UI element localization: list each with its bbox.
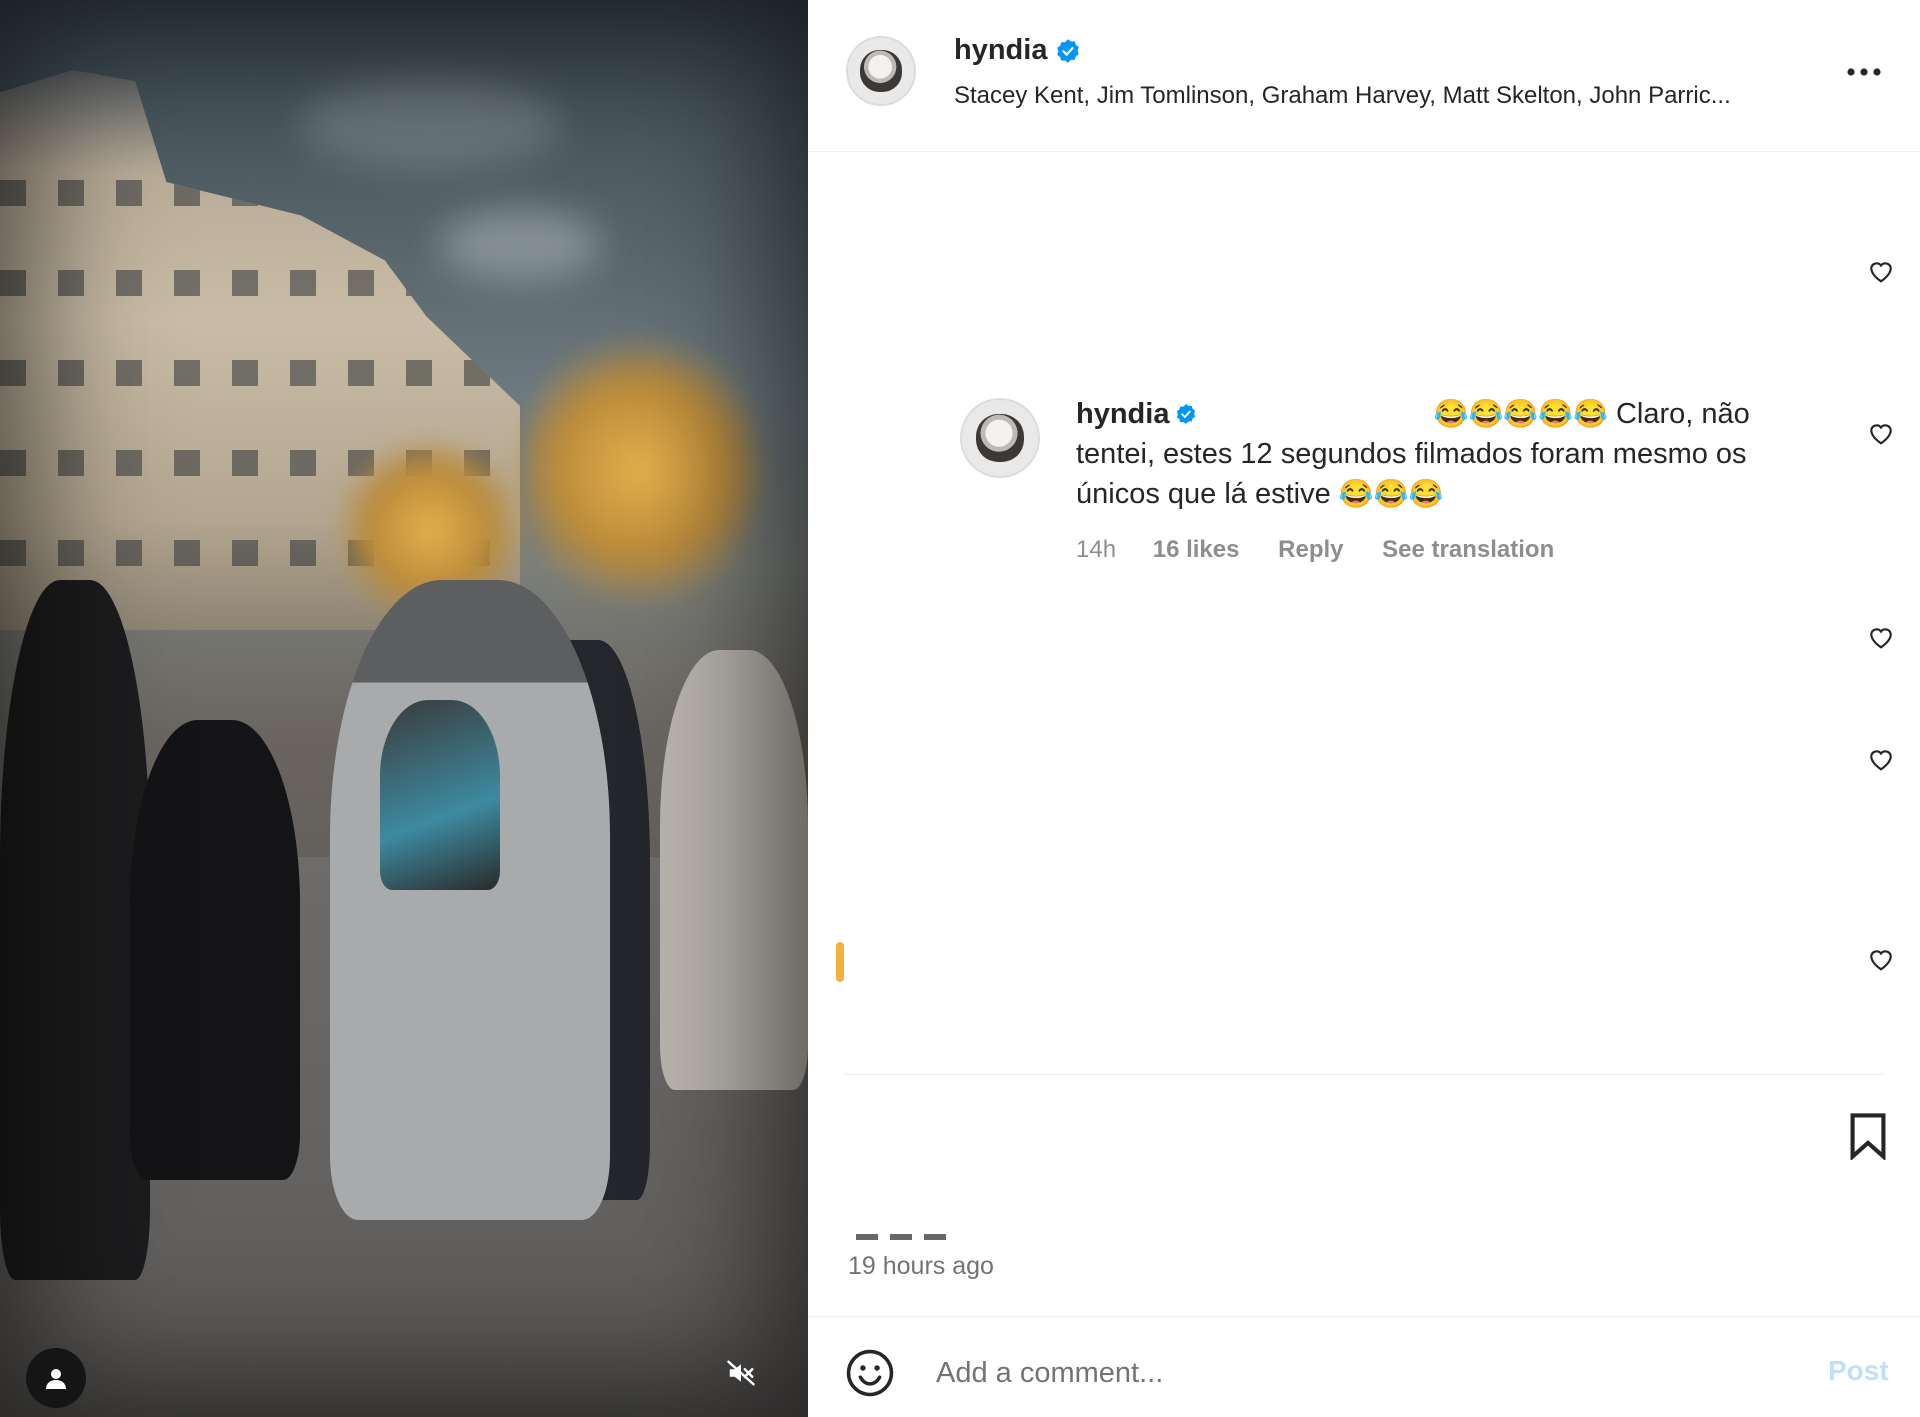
user-silhouette-icon [46, 1369, 66, 1389]
heart-icon [1870, 424, 1892, 445]
save-post-button[interactable] [1842, 1110, 1894, 1162]
verified-badge-icon [1057, 38, 1080, 63]
tagged-users-button[interactable] [26, 1348, 86, 1408]
heart-icon [1870, 750, 1892, 771]
speaker-muted-icon [727, 1360, 755, 1386]
mute-toggle-button[interactable] [716, 1348, 766, 1398]
audio-attribution[interactable]: Stacey Kent, Jim Tomlinson, Graham Harve… [954, 82, 1804, 110]
comments-list[interactable]: hyndia 😂😂😂😂😂 Claro, não tentei, estes 12… [808, 152, 1920, 1074]
post-header: hyndia Stacey Kent, Jim Tomlinson, Graha… [808, 0, 1920, 152]
like-comment-button[interactable] [1866, 744, 1896, 774]
scroll-edge-indicator [836, 942, 844, 982]
reply-button[interactable]: Reply [1278, 536, 1343, 563]
avatar[interactable] [846, 36, 916, 106]
comment-body: hyndia 😂😂😂😂😂 Claro, não tentei, estes 12… [1076, 394, 1816, 514]
crowd [130, 720, 300, 1180]
crowd [0, 580, 150, 1280]
heart-icon [1870, 628, 1892, 649]
comment-username[interactable]: hyndia [1076, 394, 1197, 434]
more-options-button[interactable] [1838, 52, 1890, 92]
post-media[interactable] [0, 0, 808, 1417]
heart-icon [1870, 950, 1892, 971]
crowd [660, 650, 808, 1090]
post-comment-button[interactable]: Post [1828, 1355, 1889, 1387]
like-comment-button[interactable] [1866, 418, 1896, 448]
cloud [300, 80, 560, 170]
heart-icon [1870, 262, 1892, 283]
comment-composer: Post [808, 1316, 1920, 1417]
divider [844, 1074, 1884, 1075]
like-comment-button[interactable] [1866, 944, 1896, 974]
comment-input[interactable] [936, 1345, 1776, 1401]
author-username[interactable]: hyndia [954, 34, 1081, 67]
emoji-picker-button[interactable] [844, 1347, 896, 1399]
bookmark-icon [1850, 1113, 1886, 1160]
comment-emoji: 😂😂😂 [1338, 478, 1444, 509]
cloud [440, 210, 600, 280]
more-horizontal-icon [1847, 68, 1881, 76]
comment-meta: 14h 16 likes Reply See translation [1076, 536, 1586, 564]
like-comment-button[interactable] [1866, 622, 1896, 652]
post-timestamp[interactable]: 19 hours ago [848, 1252, 994, 1281]
comment-emoji: 😂😂😂😂😂 [1433, 398, 1608, 429]
post-actions: 19 hours ago [808, 1074, 1920, 1314]
comment-likes-link[interactable]: 16 likes [1153, 536, 1240, 563]
avatar[interactable] [960, 398, 1040, 478]
post-side-panel: hyndia Stacey Kent, Jim Tomlinson, Graha… [808, 0, 1920, 1417]
likes-row-clipped [856, 1234, 946, 1240]
crowd [330, 580, 610, 1220]
smiley-icon [846, 1349, 894, 1397]
see-translation-button[interactable]: See translation [1382, 536, 1554, 563]
verified-badge-icon [1177, 404, 1196, 424]
crowd [380, 700, 500, 890]
lit-tree [520, 320, 760, 620]
like-comment-button[interactable] [1866, 256, 1896, 286]
comment-time: 14h [1076, 536, 1117, 563]
